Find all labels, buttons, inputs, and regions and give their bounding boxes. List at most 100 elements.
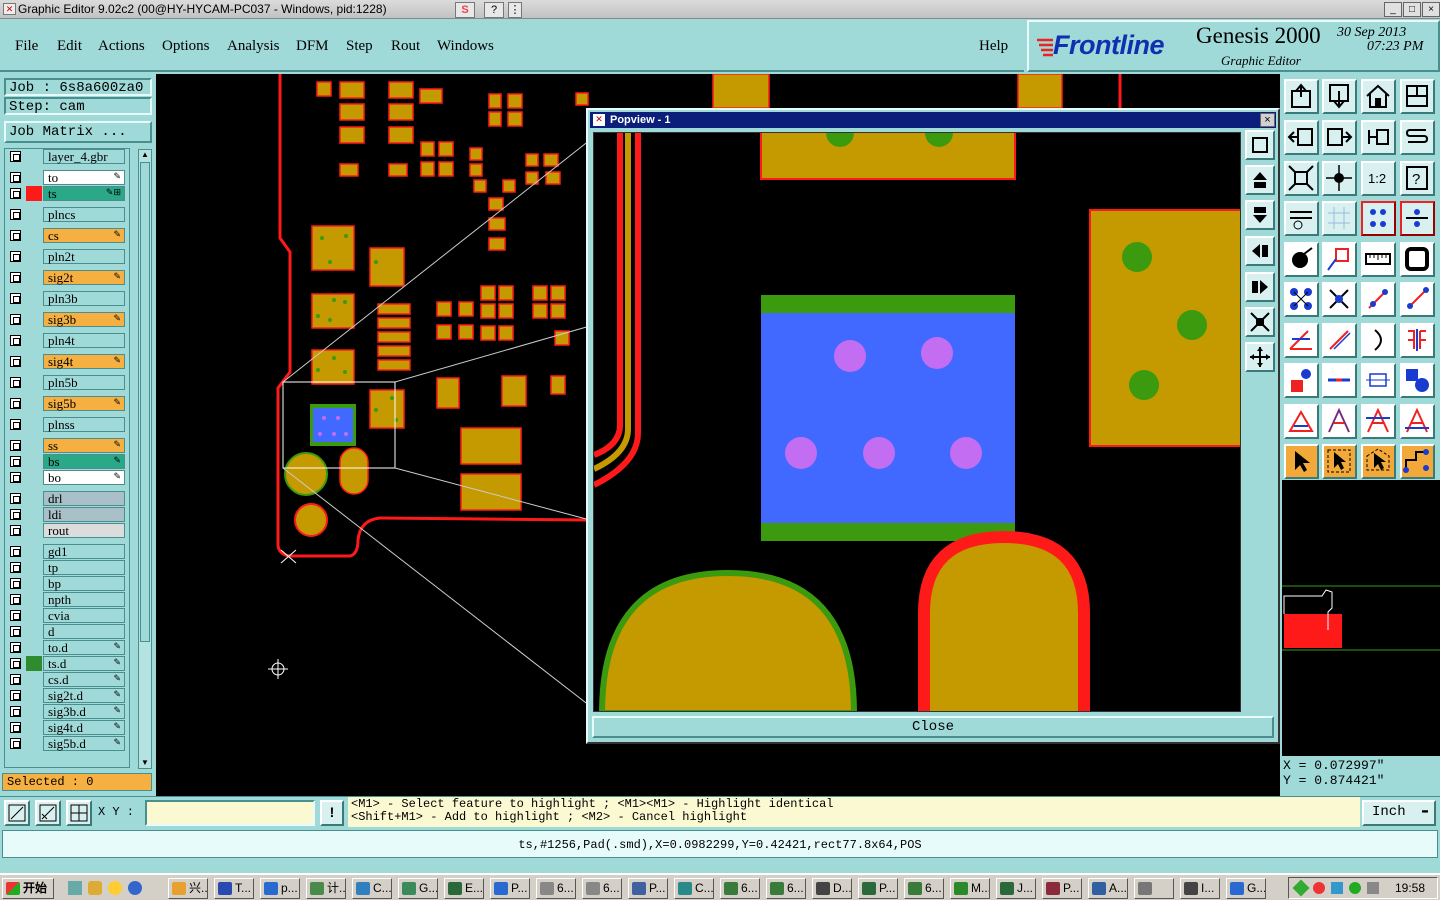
layer-row-bp[interactable]: bp	[7, 576, 125, 591]
window-split-icon[interactable]	[1400, 79, 1435, 114]
layer-checkbox[interactable]	[10, 356, 21, 367]
cross-node-icon[interactable]	[1322, 282, 1357, 317]
layer-list-scrollbar[interactable]: ▲ ▼	[138, 149, 152, 769]
menu-edit[interactable]: Edit	[57, 38, 82, 55]
layer-checkbox[interactable]	[10, 335, 21, 346]
layer-checkbox[interactable]	[10, 738, 21, 749]
letter-a-icon[interactable]	[1322, 404, 1357, 439]
zoom-1-2-icon[interactable]: 1:2	[1361, 161, 1396, 196]
taskbar-task[interactable]: 6...	[582, 878, 622, 899]
layer-checkbox[interactable]	[10, 690, 21, 701]
start-button[interactable]: 开始	[2, 878, 54, 899]
popview-canvas[interactable]	[593, 132, 1241, 712]
layer-name[interactable]: tp	[43, 560, 125, 575]
popview-close-icon[interactable]: ×	[1260, 113, 1275, 127]
help-query-icon[interactable]: ?	[1400, 161, 1435, 196]
tray-icon-3[interactable]	[1331, 882, 1343, 894]
sogou-icon[interactable]: S	[455, 2, 475, 18]
scroll-up-icon[interactable]: ▲	[140, 150, 150, 160]
layer-name[interactable]: pln4t	[43, 333, 125, 348]
layer-name[interactable]: pln5b	[43, 375, 125, 390]
connect-nodes-icon[interactable]	[1284, 282, 1319, 317]
xy-input[interactable]	[145, 800, 315, 826]
layer-checkbox[interactable]	[10, 188, 21, 199]
layer-row-ss[interactable]: ss ✎	[7, 438, 125, 453]
layer-settings-icon[interactable]	[1284, 201, 1319, 236]
taskbar-task[interactable]: P...	[1042, 878, 1082, 899]
popview-up-icon[interactable]	[1245, 165, 1275, 195]
layer-row-ts[interactable]: ts ✎⊞	[7, 186, 125, 201]
layer-row-plncs[interactable]: plncs	[7, 207, 125, 222]
layer-checkbox[interactable]	[10, 493, 21, 504]
zoom-fit-icon[interactable]	[1284, 161, 1319, 196]
layer-checkbox[interactable]	[10, 472, 21, 483]
popview-fit-icon[interactable]	[1245, 130, 1275, 160]
layer-row-to-d[interactable]: to.d ✎	[7, 640, 125, 655]
popview-left-icon[interactable]	[1245, 236, 1275, 266]
select-box-icon[interactable]	[1322, 444, 1357, 479]
layer-checkbox[interactable]	[10, 209, 21, 220]
menu-options[interactable]: Options	[162, 38, 210, 55]
layer-checkbox[interactable]	[10, 626, 21, 637]
layer-checkbox[interactable]	[10, 440, 21, 451]
layer-row-sig3b[interactable]: sig3b ✎	[7, 312, 125, 327]
layer-checkbox[interactable]	[10, 610, 21, 621]
layer-row-cvia[interactable]: cvia	[7, 608, 125, 623]
taskbar-task[interactable]: J...	[996, 878, 1036, 899]
layer-checkbox[interactable]	[10, 251, 21, 262]
route-select-icon[interactable]	[1400, 444, 1435, 479]
menu-step[interactable]: Step	[346, 38, 373, 55]
clock-icon[interactable]	[108, 881, 122, 895]
layer-checkbox[interactable]	[10, 642, 21, 653]
snap-center-icon[interactable]	[1400, 201, 1435, 236]
diagonal-icon[interactable]	[1322, 323, 1357, 358]
tray-icon-1[interactable]	[1292, 879, 1310, 897]
taskbar-task[interactable]: 兴..	[168, 878, 208, 899]
letter-a-base-icon[interactable]	[1400, 404, 1435, 439]
zoom-window-icon[interactable]	[4, 800, 30, 826]
pan-left-icon[interactable]	[1284, 120, 1319, 155]
layer-row-cs-d[interactable]: cs.d ✎	[7, 672, 125, 687]
zoom-home-icon[interactable]	[1284, 79, 1319, 114]
help-icon[interactable]: ?	[484, 2, 504, 18]
tray-icon-2[interactable]	[1313, 882, 1325, 894]
dimension-icon[interactable]	[1361, 363, 1396, 398]
layer-row-d[interactable]: d	[7, 624, 125, 639]
taskbar-task[interactable]: 6...	[720, 878, 760, 899]
taskbar-task[interactable]: A...	[1088, 878, 1128, 899]
dropdown-icon[interactable]: ⋮	[508, 2, 522, 18]
taskbar-task[interactable]: P...	[490, 878, 530, 899]
menu-actions[interactable]: Actions	[98, 38, 145, 55]
swap-icon[interactable]	[1400, 120, 1435, 155]
pointer-icon[interactable]	[1284, 444, 1319, 479]
layer-checkbox[interactable]	[10, 562, 21, 573]
select-poly-icon[interactable]	[1361, 444, 1396, 479]
layer-row-ts-d[interactable]: ts.d ✎	[7, 656, 125, 671]
layer-row-sig4t-d[interactable]: sig4t.d ✎	[7, 720, 125, 735]
layer-name[interactable]: plnss	[43, 417, 125, 432]
layer-checkbox[interactable]	[10, 456, 21, 467]
pad-tool-icon[interactable]	[1284, 242, 1319, 277]
layer-row-rout[interactable]: rout	[7, 523, 125, 538]
layer-checkbox[interactable]	[10, 594, 21, 605]
layer-checkbox[interactable]	[10, 509, 21, 520]
menu-analysis[interactable]: Analysis	[227, 38, 280, 55]
arc-icon[interactable]	[1361, 323, 1396, 358]
scroll-down-icon[interactable]: ▼	[140, 758, 150, 768]
taskbar-task[interactable]: E...	[444, 878, 484, 899]
layer-row-plnss[interactable]: plnss	[7, 417, 125, 432]
layer-name[interactable]: bp	[43, 576, 125, 591]
layer-name[interactable]: rout	[43, 523, 125, 538]
menu-rout[interactable]: Rout	[391, 38, 420, 55]
layer-row-bo[interactable]: bo ✎	[7, 470, 125, 485]
layer-name[interactable]: gd1	[43, 544, 125, 559]
minimize-button[interactable]: _	[1384, 2, 1402, 17]
layer-checkbox[interactable]	[10, 525, 21, 536]
taskbar-task[interactable]: I...	[1180, 878, 1220, 899]
layer-row-cs[interactable]: cs ✎	[7, 228, 125, 243]
layer-name[interactable]: cvia	[43, 608, 125, 623]
layer-checkbox[interactable]	[10, 578, 21, 589]
taskbar-task[interactable]: T...	[214, 878, 254, 899]
layer-row-sig2t[interactable]: sig2t ✎	[7, 270, 125, 285]
measure-box-icon[interactable]	[1400, 242, 1435, 277]
